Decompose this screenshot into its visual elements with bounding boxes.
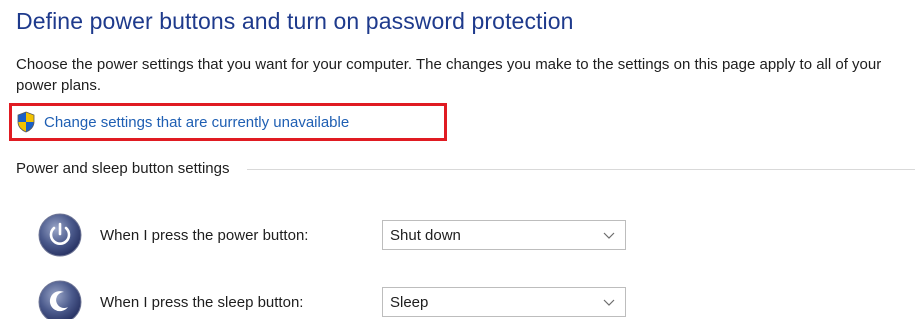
- group-header-label: Power and sleep button settings: [16, 160, 230, 177]
- power-sleep-group-header: Power and sleep button settings: [16, 160, 915, 177]
- sleep-button-action-select[interactable]: Sleep: [382, 287, 626, 317]
- sleep-button-label: When I press the sleep button:: [100, 293, 304, 311]
- power-button-action-value: Shut down: [390, 226, 461, 244]
- page-title: Define power buttons and turn on passwor…: [16, 8, 574, 34]
- sleep-button-icon: [38, 280, 82, 319]
- sleep-button-setting-row: When I press the sleep button: Sleep: [38, 280, 626, 319]
- power-button-label: When I press the power button:: [100, 226, 309, 244]
- power-button-icon: [38, 213, 82, 257]
- uac-shield-icon: [17, 111, 35, 133]
- change-settings-link[interactable]: Change settings that are currently unava…: [16, 111, 349, 133]
- page-description: Choose the power settings that you want …: [16, 56, 882, 94]
- group-divider: [247, 169, 915, 170]
- power-options-page: Define power buttons and turn on passwor…: [0, 0, 915, 319]
- chevron-down-icon: [603, 232, 615, 239]
- power-button-action-select[interactable]: Shut down: [382, 220, 626, 250]
- chevron-down-icon: [603, 299, 615, 306]
- power-button-setting-row: When I press the power button: Shut down: [38, 213, 626, 257]
- sleep-button-action-value: Sleep: [390, 293, 429, 311]
- change-settings-link-label[interactable]: Change settings that are currently unava…: [44, 114, 349, 131]
